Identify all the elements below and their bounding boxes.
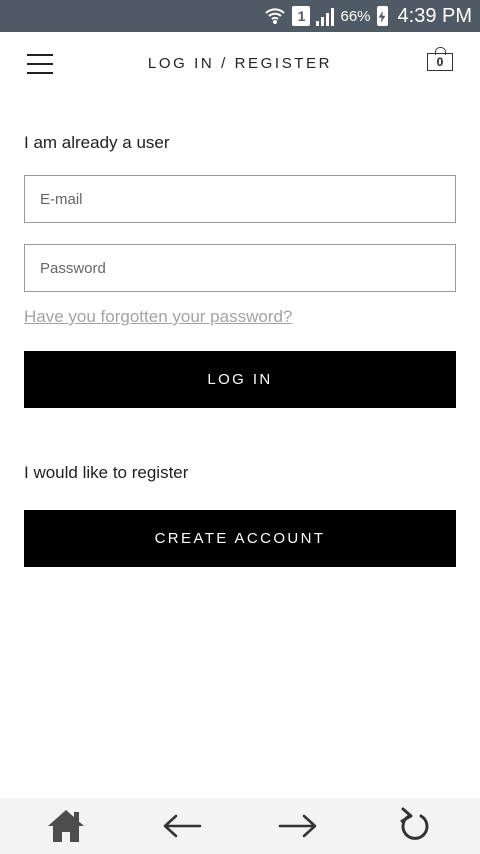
cart-count-badge: 0 — [427, 53, 453, 71]
page-title: LOG IN / REGISTER — [147, 55, 333, 72]
refresh-icon[interactable] — [392, 804, 436, 848]
status-icons: 1 66% 4:39 PM — [264, 0, 480, 32]
shopping-bag-icon[interactable]: 0 — [427, 47, 454, 73]
browser-nav-bar — [0, 798, 480, 854]
login-heading: I am already a user — [24, 133, 170, 152]
battery-percent: 66% — [340, 7, 371, 25]
sim-icon: 1 — [292, 6, 311, 26]
signal-icon — [316, 6, 335, 26]
email-field-container — [24, 175, 456, 223]
forgot-password-link[interactable]: Have you forgotten your password? — [24, 307, 292, 327]
forward-arrow-icon[interactable] — [276, 804, 320, 848]
clock: 4:39 PM — [397, 4, 472, 27]
back-arrow-icon[interactable] — [160, 804, 204, 848]
status-bar: 1 66% 4:39 PM — [0, 0, 480, 32]
email-field[interactable] — [25, 176, 455, 222]
battery-icon — [376, 6, 388, 26]
wifi-icon — [265, 8, 286, 24]
password-field-container — [24, 244, 456, 292]
create-account-button[interactable]: CREATE ACCOUNT — [24, 510, 456, 567]
app-header: LOG IN / REGISTER 0 — [0, 32, 480, 96]
register-heading: I would like to register — [24, 463, 189, 482]
login-button[interactable]: LOG IN — [24, 351, 456, 408]
password-field[interactable] — [25, 245, 455, 291]
home-icon[interactable] — [44, 804, 88, 848]
